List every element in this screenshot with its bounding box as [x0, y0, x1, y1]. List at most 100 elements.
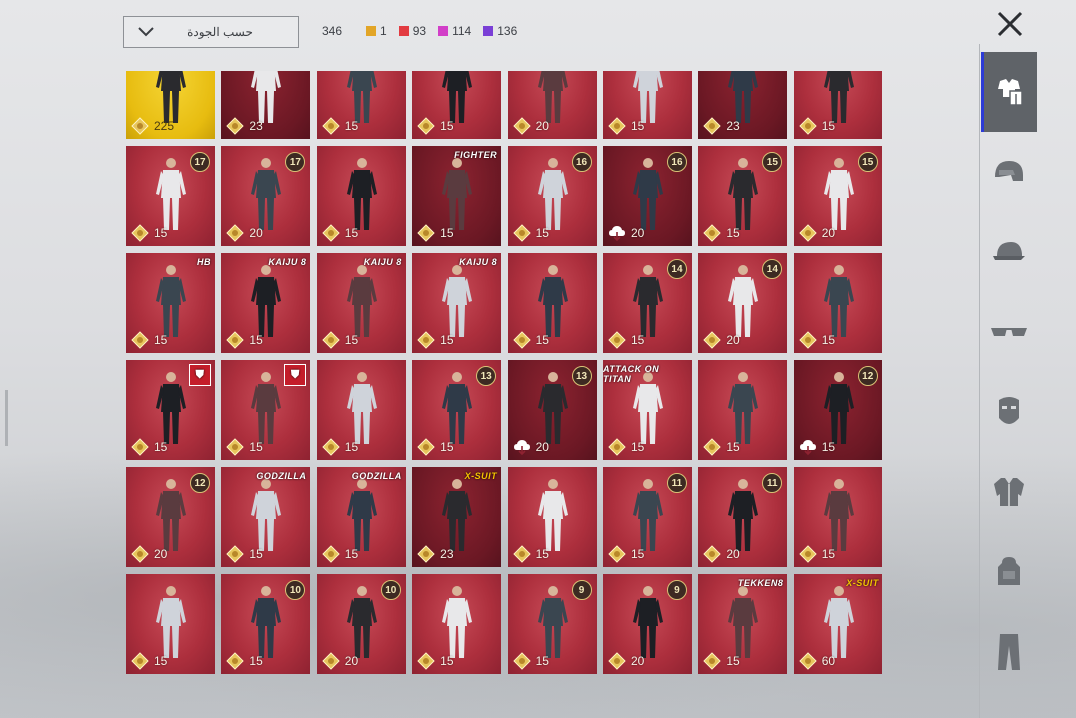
category-backpack[interactable] [981, 532, 1037, 612]
character-figure [442, 158, 473, 230]
item-card[interactable]: KAIJU 8 15 [412, 253, 502, 353]
level-badge: 12 [190, 473, 210, 493]
item-points: 15 [512, 224, 549, 242]
item-card[interactable]: 20 [507, 71, 597, 139]
category-helmet[interactable] [981, 132, 1037, 212]
swatch-epic [438, 26, 449, 36]
points-value: 15 [154, 226, 168, 240]
item-card[interactable]: 15 [316, 71, 406, 139]
item-card[interactable]: 12 15 [793, 360, 882, 460]
item-card[interactable]: 17 15 [126, 146, 215, 246]
item-card[interactable]: 17 20 [221, 146, 311, 246]
count-legendary: 1 [366, 24, 387, 38]
item-points: 15 [417, 224, 454, 242]
item-card[interactable]: X-SUIT 23 [412, 467, 502, 567]
item-card[interactable]: ⛊ 15 [221, 360, 311, 460]
character-figure [632, 158, 663, 230]
character-figure [156, 479, 186, 551]
item-card[interactable]: 15 [793, 71, 882, 139]
points-value: 15 [440, 333, 454, 347]
level-badge: 11 [666, 473, 687, 493]
points-icon [226, 117, 245, 135]
item-card[interactable]: 15 [507, 253, 597, 353]
item-card[interactable]: X-SUIT 60 [793, 574, 882, 674]
level-badge: 13 [476, 366, 497, 386]
pants-icon [998, 634, 1020, 670]
item-card[interactable]: 15 15 [698, 146, 788, 246]
item-card[interactable]: 15 [698, 360, 788, 460]
item-card[interactable]: HB 15 [126, 253, 215, 353]
category-glasses[interactable] [981, 292, 1037, 372]
item-card[interactable]: 15 [316, 146, 406, 246]
item-card[interactable]: 9 20 [602, 574, 692, 674]
item-points: 20 [322, 652, 358, 670]
item-card[interactable]: 15 [126, 574, 215, 674]
points-icon [512, 117, 531, 135]
item-card[interactable]: 15 20 [793, 146, 882, 246]
item-card[interactable]: 16 20 [602, 146, 692, 246]
item-card[interactable]: 15 [412, 574, 502, 674]
item-card[interactable]: TEKKEN8 15 [698, 574, 788, 674]
points-icon [608, 117, 626, 135]
item-points: 20 [703, 545, 740, 563]
points-value: 15 [249, 654, 263, 668]
item-card[interactable]: 15 [412, 71, 502, 139]
item-card[interactable]: 15 [602, 71, 692, 139]
item-points: 20 [608, 652, 644, 670]
points-value: 20 [821, 226, 836, 240]
character-figure [537, 586, 568, 658]
item-card[interactable]: 11 20 [698, 467, 788, 567]
character-figure [823, 372, 854, 444]
item-points: 15 [417, 331, 454, 349]
category-jacket[interactable] [981, 452, 1037, 532]
points-value: 20 [344, 654, 359, 668]
cloud-download-icon [513, 440, 530, 456]
item-card[interactable]: 15 [316, 360, 406, 460]
item-card[interactable]: 14 15 [602, 253, 692, 353]
item-card[interactable]: 15 [793, 253, 882, 353]
points-icon [417, 545, 435, 563]
character-figure [728, 586, 759, 658]
item-points: 15 [417, 652, 454, 670]
item-card[interactable]: 15 [793, 467, 882, 567]
item-card[interactable]: 225 [126, 71, 215, 139]
character-figure [823, 479, 854, 551]
close-button[interactable] [990, 6, 1030, 42]
item-card[interactable]: ⛊ 15 [126, 360, 215, 460]
item-points: 20 [131, 545, 167, 563]
item-points: 15 [608, 331, 644, 349]
left-scroll-indicator[interactable] [5, 390, 8, 446]
item-card[interactable]: GODZILLA 15 [316, 467, 406, 567]
points-value: 15 [440, 119, 454, 133]
points-icon [417, 224, 435, 242]
item-card[interactable]: 14 20 [698, 253, 788, 353]
item-card[interactable]: ATTACK ON TITAN 15 [602, 360, 692, 460]
points-value: 15 [154, 440, 168, 454]
brand-logo: ⛊ [189, 364, 211, 386]
item-card[interactable]: 13 20 [507, 360, 597, 460]
item-card[interactable]: 13 15 [412, 360, 502, 460]
category-outfit[interactable] [981, 52, 1037, 132]
item-card[interactable]: 12 20 [126, 467, 215, 567]
item-card[interactable]: 11 15 [602, 467, 692, 567]
item-card[interactable]: FIGHTER 15 [412, 146, 502, 246]
sort-dropdown[interactable]: حسب الجودة [123, 16, 299, 48]
category-pants[interactable] [981, 612, 1037, 692]
item-card[interactable]: 23 [698, 71, 788, 139]
item-card[interactable]: 15 [507, 467, 597, 567]
item-card[interactable]: 16 15 [507, 146, 597, 246]
points-value: 15 [344, 333, 359, 347]
points-icon [322, 438, 340, 456]
item-card[interactable]: KAIJU 8 15 [221, 253, 311, 353]
item-points: 15 [417, 117, 454, 135]
item-card[interactable]: 23 [221, 71, 311, 139]
points-icon [226, 545, 245, 563]
item-card[interactable]: 9 15 [507, 574, 597, 674]
item-card[interactable]: KAIJU 8 15 [316, 253, 406, 353]
item-card[interactable]: GODZILLA 15 [221, 467, 311, 567]
points-value: 20 [535, 119, 549, 133]
category-mask[interactable] [981, 372, 1037, 452]
item-card[interactable]: 10 20 [316, 574, 406, 674]
category-hat[interactable] [981, 212, 1037, 292]
item-card[interactable]: 10 15 [221, 574, 311, 674]
